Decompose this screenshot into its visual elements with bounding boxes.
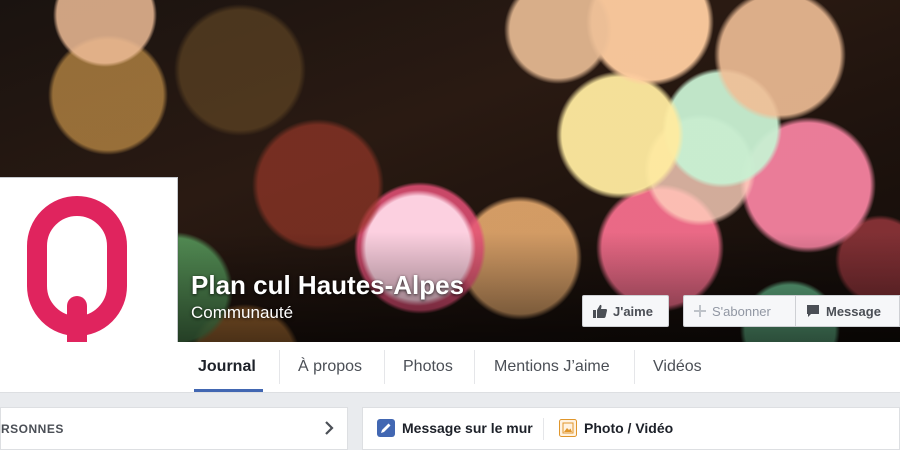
photo-composer-label: Photo / Vidéo <box>584 420 674 436</box>
status-composer-label: Message sur le mur <box>402 420 533 436</box>
composer-panel: Message sur le mur Photo / Vidéo <box>362 407 900 450</box>
status-composer-tab[interactable]: Message sur le mur <box>377 419 533 437</box>
chevron-right-icon[interactable] <box>323 420 335 441</box>
tab-journal[interactable]: Journal <box>198 342 256 392</box>
active-tab-indicator <box>194 389 263 392</box>
page-title: Plan cul Hautes-Alpes <box>191 270 465 300</box>
q-logo-icon <box>27 196 127 354</box>
page-tab-bar: Journal À propos Photos Mentions J’aime … <box>0 342 900 393</box>
pencil-icon <box>377 419 395 437</box>
plus-icon <box>694 305 706 317</box>
tab-divider <box>279 350 280 384</box>
people-panel[interactable]: RSONNES <box>0 407 348 450</box>
thumbs-up-icon <box>593 304 607 318</box>
tab-divider <box>634 350 635 384</box>
message-label: Message <box>826 303 881 319</box>
tab-photos[interactable]: Photos <box>403 342 453 392</box>
tab-divider <box>474 350 475 384</box>
like-button[interactable]: J'aime <box>582 295 669 327</box>
tab-mentions-jaime[interactable]: Mentions J’aime <box>494 342 610 392</box>
like-label: J'aime <box>613 303 653 319</box>
tab-a-propos[interactable]: À propos <box>298 342 362 392</box>
subscribe-button[interactable]: S'abonner <box>683 295 796 327</box>
composer-divider <box>543 418 544 440</box>
speech-bubble-icon <box>806 304 820 318</box>
message-button[interactable]: Message <box>795 295 900 327</box>
page-category[interactable]: Communauté <box>191 303 293 323</box>
tab-videos[interactable]: Vidéos <box>653 342 702 392</box>
people-panel-title: RSONNES <box>1 422 64 436</box>
tab-divider <box>384 350 385 384</box>
photo-composer-tab[interactable]: Photo / Vidéo <box>559 419 673 437</box>
photo-icon <box>559 419 577 437</box>
subscribe-label: S'abonner <box>712 303 771 319</box>
